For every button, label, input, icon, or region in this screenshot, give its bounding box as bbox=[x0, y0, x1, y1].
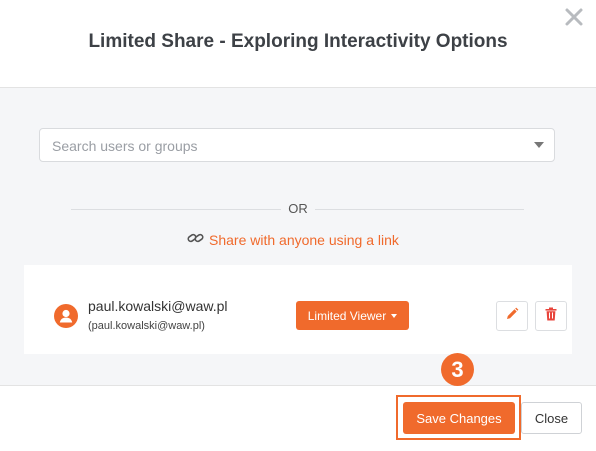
edit-button[interactable] bbox=[496, 301, 528, 331]
role-dropdown-button[interactable]: Limited Viewer bbox=[296, 301, 409, 330]
search-field[interactable] bbox=[39, 128, 555, 163]
caret-down-icon bbox=[391, 313, 398, 318]
share-with-link-button[interactable]: Share with anyone using a link bbox=[187, 231, 399, 249]
user-email-secondary: (paul.kowalski@waw.pl) bbox=[88, 320, 205, 332]
user-avatar-icon bbox=[54, 304, 78, 328]
share-link-label: Share with anyone using a link bbox=[209, 232, 399, 248]
step-number-badge: 3 bbox=[441, 353, 474, 386]
save-changes-button[interactable]: Save Changes bbox=[403, 402, 515, 434]
search-input[interactable] bbox=[50, 129, 524, 163]
chevron-down-icon[interactable] bbox=[534, 142, 544, 148]
or-label: OR bbox=[288, 201, 308, 216]
close-button[interactable]: Close bbox=[521, 402, 582, 434]
user-email: paul.kowalski@waw.pl bbox=[88, 298, 228, 314]
trash-icon bbox=[545, 307, 557, 326]
link-icon bbox=[187, 231, 204, 250]
divider-right bbox=[315, 209, 524, 210]
divider-left bbox=[71, 209, 281, 210]
role-label: Limited Viewer bbox=[307, 308, 387, 323]
dialog-header: Limited Share - Exploring Interactivity … bbox=[0, 0, 596, 88]
pencil-icon bbox=[505, 307, 519, 326]
dialog-title: Limited Share - Exploring Interactivity … bbox=[88, 31, 508, 52]
close-icon[interactable] bbox=[563, 6, 585, 28]
delete-button[interactable] bbox=[535, 301, 567, 331]
